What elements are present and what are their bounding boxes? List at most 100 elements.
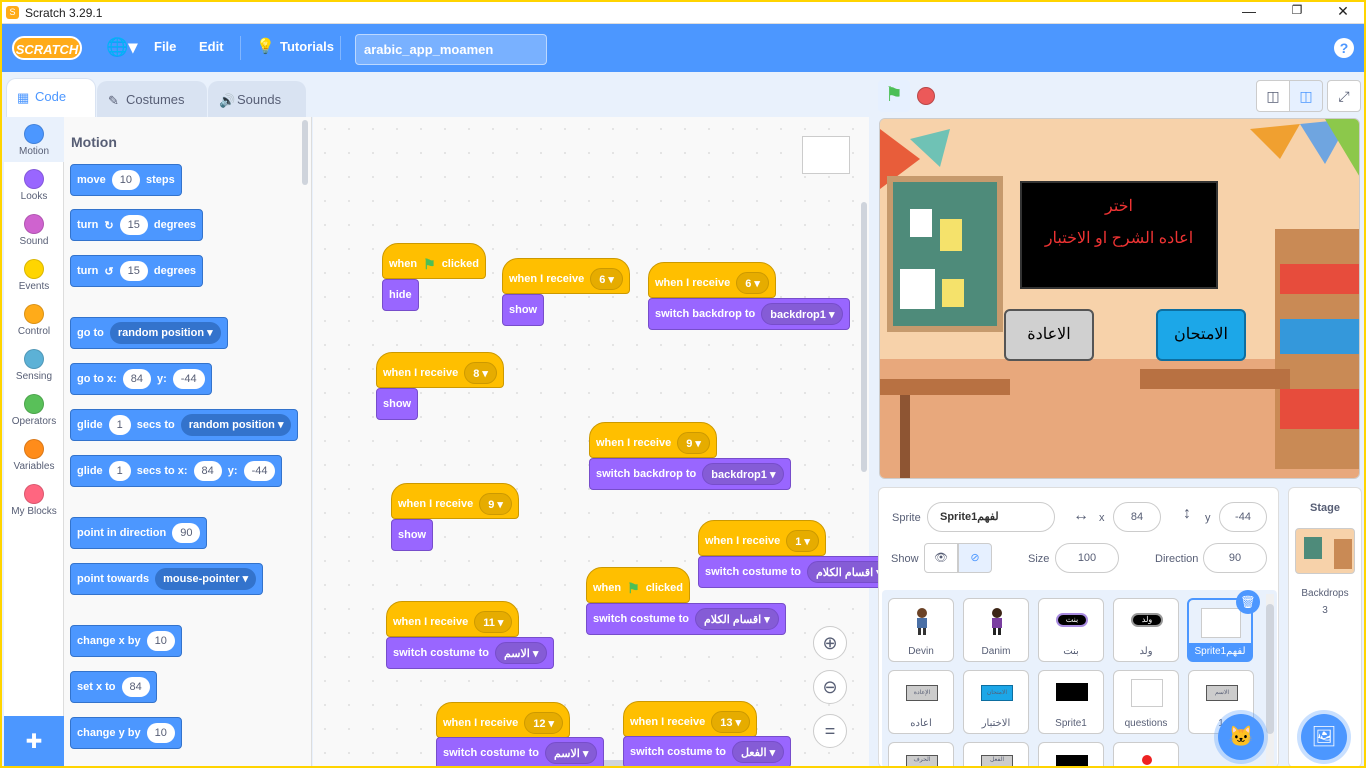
direction-input[interactable]: 90 [1203,543,1267,573]
sprite-tile[interactable]: Devin [888,598,954,662]
category-variables[interactable]: Variables [4,432,64,477]
backdrop-dropdown[interactable]: backdrop1 [702,463,785,485]
block-when-receive-9[interactable]: when I receive 9 [391,474,519,519]
category-looks[interactable]: Looks [4,162,64,207]
category-sensing[interactable]: Sensing [4,342,64,387]
message-dropdown[interactable]: 6 [590,268,623,290]
sprite-tile[interactable]: Danim [963,598,1029,662]
script-vertical-scrollbar[interactable] [861,202,867,472]
block-when-receive-13[interactable]: when I receive 13 [623,692,758,737]
sprite-tile[interactable]: بنت بنت [1038,598,1104,662]
block-input[interactable]: 1 [108,461,131,481]
small-stage-button[interactable]: ◫ [1256,80,1290,112]
tab-sounds[interactable]: 🔊 Sounds [208,81,306,117]
block-input[interactable]: -44 [172,369,205,389]
choose-backdrop-button[interactable]: 🖼 [1301,714,1347,760]
costume-dropdown[interactable]: الاسم [494,642,548,664]
block-when-flag-clicked[interactable]: when ⚑ clicked [382,234,486,279]
category-my-blocks[interactable]: My Blocks [4,477,64,522]
zoom-in-button[interactable]: ⊕ [813,626,847,660]
sprite-tile[interactable]: الامتحان الاختبار [963,670,1029,734]
edit-menu[interactable]: Edit [199,39,224,54]
message-dropdown[interactable]: 1 [786,530,819,552]
costume-dropdown[interactable]: الاسم [544,742,598,764]
message-dropdown[interactable]: 13 [711,711,751,733]
sprite-tile[interactable] [1113,742,1179,766]
block-when-receive-6[interactable]: when I receive 6 [648,253,776,298]
sprite-tile[interactable]: Sprite1 [1038,670,1104,734]
block-when-receive-6[interactable]: when I receive 6 [502,249,630,294]
fullscreen-button[interactable]: ⤢ [1327,80,1361,112]
zoom-reset-button[interactable]: = [813,714,847,748]
exam-sprite-button[interactable]: الامتحان [1156,309,1246,361]
message-dropdown[interactable]: 9 [677,432,710,454]
block-glide[interactable]: glide 1 secs to random position [70,409,299,441]
block-input[interactable]: -44 [243,461,276,481]
choose-sprite-button[interactable]: 🐱 [1218,714,1264,760]
block-switch-backdrop[interactable]: switch backdrop to backdrop1 [648,298,851,330]
restore-button[interactable]: ❐ [1282,3,1312,23]
block-when-receive-1[interactable]: when I receive 1 [698,511,826,556]
block-switch-costume[interactable]: switch costume to اقسام الكلام [698,556,898,588]
block-input[interactable]: 10 [146,631,175,651]
sprite-tile[interactable]: الفعل [963,742,1029,766]
help-icon[interactable]: ? [1334,38,1354,58]
message-dropdown[interactable]: 8 [464,362,497,384]
block-go-to-xy[interactable]: go to x: 84 y: -44 [70,363,212,395]
block-move-steps[interactable]: move 10 steps [70,164,182,196]
block-show[interactable]: show [391,519,434,551]
block-hide[interactable]: hide [382,279,419,311]
message-dropdown[interactable]: 6 [736,272,769,294]
block-input[interactable]: 10 [146,723,175,743]
block-when-receive-11[interactable]: when I receive 11 [386,592,520,637]
delete-sprite-button[interactable]: 🗑 [1236,590,1260,614]
block-turn-left[interactable]: turn ↺ 15 degrees [70,255,204,287]
sprite-list-scrollbar[interactable] [1266,594,1274,766]
block-input[interactable]: 1 [108,415,131,435]
category-motion[interactable]: Motion [4,117,64,162]
scrollbar-thumb[interactable] [1266,604,1274,734]
block-switch-costume[interactable]: switch costume to الاسم [436,737,605,766]
normal-stage-button[interactable]: ◫ [1289,80,1323,112]
backdrop-dropdown[interactable]: backdrop1 [761,303,844,325]
block-dropdown[interactable]: mouse-pointer [155,568,257,590]
stop-button[interactable] [917,87,935,105]
block-turn-right[interactable]: turn ↻ 15 degrees [70,209,204,241]
block-when-flag-clicked[interactable]: when ⚑ clicked [586,558,690,603]
category-events[interactable]: Events [4,252,64,297]
add-extension-button[interactable]: ✚ [4,716,64,766]
file-menu[interactable]: File [154,39,176,54]
tutorials-menu[interactable]: Tutorials [280,39,334,54]
block-input[interactable]: 15 [119,261,148,281]
green-flag-button[interactable]: ⚑ [878,80,910,112]
category-control[interactable]: Control [4,297,64,342]
zoom-out-button[interactable]: ⊖ [813,670,847,704]
sprite-tile[interactable]: questions [1113,670,1179,734]
sprite-tile[interactable]: ولد ولد [1113,598,1179,662]
block-input[interactable]: 84 [193,461,222,481]
category-operators[interactable]: Operators [4,387,64,432]
sprite-tile[interactable]: الإعادة اعاده [888,670,954,734]
y-position-input[interactable]: -44 [1219,502,1267,532]
show-hidden-button[interactable]: ⊘ [958,543,992,573]
costume-dropdown[interactable]: اقسام الكلام [694,608,779,630]
block-when-receive-9[interactable]: when I receive 9 [589,413,717,458]
scratch-logo[interactable]: SCRATCH [12,36,82,60]
block-show[interactable]: show [502,294,545,326]
close-button[interactable]: ✕ [1328,3,1358,23]
block-show[interactable]: show [376,388,419,420]
repeat-sprite-button[interactable]: الاعادة [1004,309,1094,361]
palette-scrollbar[interactable] [302,120,308,185]
block-input[interactable]: 90 [172,523,201,543]
project-title-input[interactable]: arabic_app_moamen [355,34,547,65]
block-switch-backdrop[interactable]: switch backdrop to backdrop1 [589,458,792,490]
size-input[interactable]: 100 [1055,543,1119,573]
block-input[interactable]: 10 [111,170,140,190]
costume-dropdown[interactable]: الفعل [731,741,785,763]
block-input[interactable]: 15 [119,215,148,235]
stage-canvas[interactable]: اختر اعاده الشرح او الاختبار الاعادة الا… [879,118,1360,479]
category-sound[interactable]: Sound [4,207,64,252]
show-visible-button[interactable]: 👁 [924,543,958,573]
message-dropdown[interactable]: 12 [524,712,564,734]
message-dropdown[interactable]: 11 [474,611,513,633]
